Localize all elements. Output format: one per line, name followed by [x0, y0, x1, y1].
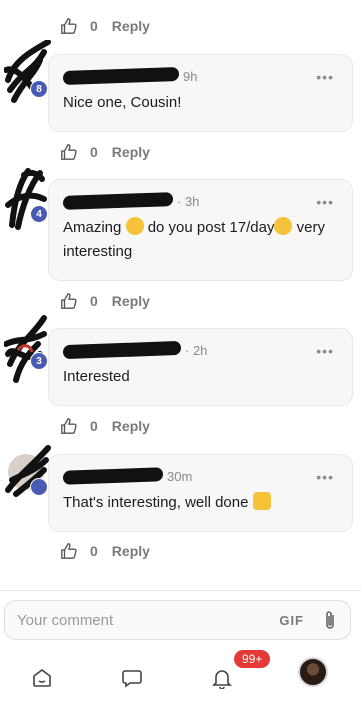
- more-options-icon[interactable]: •••: [316, 69, 334, 85]
- like-count: 0: [90, 144, 98, 160]
- level-badge: 4: [30, 205, 48, 223]
- redacted-avatar-icon: [4, 315, 47, 383]
- more-options-icon[interactable]: •••: [316, 343, 334, 359]
- redacted-avatar-icon: [4, 40, 51, 103]
- home-icon: [33, 669, 51, 687]
- comment-text: Amazing do you post 17/day very interest…: [63, 216, 338, 264]
- comment-text: Nice one, Cousin!: [63, 94, 182, 111]
- comment-time: · 3h: [177, 193, 200, 209]
- like-count: 0: [90, 18, 98, 34]
- thumbs-up-icon[interactable]: [60, 417, 78, 435]
- level-badge: 3: [30, 352, 48, 370]
- comment-bubble: 30m ••• That's interesting, well done: [48, 454, 353, 532]
- comment-bubble: 9h ••• Nice one, Cousin!: [48, 54, 353, 132]
- like-count: 0: [90, 418, 98, 434]
- gif-button[interactable]: GIF: [279, 613, 304, 628]
- comment-actions: 0 Reply: [60, 415, 150, 437]
- notification-count-badge: 99+: [232, 648, 273, 670]
- reply-button[interactable]: Reply: [112, 418, 150, 434]
- thumbs-up-emoji-icon: [252, 492, 271, 510]
- reply-button[interactable]: Reply: [112, 18, 150, 34]
- nav-home[interactable]: [24, 660, 60, 696]
- level-badge: [30, 478, 48, 496]
- comment-text-part: do you post 17/day: [147, 219, 275, 236]
- avatar[interactable]: 8: [4, 40, 51, 103]
- comment-text-part: Amazing: [63, 219, 122, 236]
- comment-input[interactable]: [17, 611, 280, 629]
- comment-time: 30m: [167, 468, 193, 484]
- comment-text: Interested: [63, 368, 130, 385]
- chat-bubble-icon: [122, 670, 142, 688]
- nav-chat[interactable]: [114, 660, 150, 696]
- avatar[interactable]: 4: [4, 165, 48, 230]
- star-struck-emoji-icon: [125, 217, 144, 235]
- thumbs-up-icon[interactable]: [60, 292, 78, 310]
- redacted-author-name[interactable]: [63, 467, 163, 485]
- comment-meta: 9h •••: [63, 66, 338, 86]
- redacted-author-name[interactable]: [63, 192, 173, 210]
- profile-avatar[interactable]: [298, 657, 328, 687]
- reply-button[interactable]: Reply: [112, 543, 150, 559]
- bell-icon: [212, 670, 232, 689]
- comment-time: 9h: [183, 68, 198, 84]
- redacted-author-name[interactable]: [63, 66, 179, 86]
- avatar[interactable]: [4, 440, 51, 500]
- top-comment-actions: 0 Reply: [60, 15, 150, 37]
- comment-actions: 0 Reply: [60, 540, 150, 562]
- comment-text: That's interesting, well done: [63, 491, 338, 515]
- paperclip-icon[interactable]: [322, 609, 338, 631]
- redacted-author-name[interactable]: [63, 340, 181, 360]
- thumbs-up-icon[interactable]: [60, 542, 78, 560]
- comment-bubble: · 2h ••• Interested: [48, 328, 353, 406]
- comment-text-part: That's interesting, well done: [63, 494, 249, 511]
- comment-time: · 2h: [185, 342, 208, 358]
- comment-meta: 30m •••: [63, 467, 338, 485]
- more-options-icon[interactable]: •••: [316, 194, 334, 210]
- thumbs-up-icon[interactable]: [60, 143, 78, 161]
- comment-composer: GIF: [4, 600, 351, 640]
- more-options-icon[interactable]: •••: [316, 469, 334, 485]
- thumbs-up-icon[interactable]: [60, 17, 78, 35]
- comment-meta: · 3h •••: [63, 192, 338, 210]
- comment-actions: 0 Reply: [60, 141, 150, 163]
- comment-actions: 0 Reply: [60, 290, 150, 312]
- reply-button[interactable]: Reply: [112, 293, 150, 309]
- level-badge: 8: [30, 80, 48, 98]
- reply-button[interactable]: Reply: [112, 144, 150, 160]
- divider: [0, 590, 361, 591]
- comment-bubble: · 3h ••• Amazing do you post 17/day very…: [48, 179, 353, 281]
- redacted-avatar-icon: [5, 445, 51, 497]
- thinking-face-emoji-icon: [274, 217, 293, 235]
- comment-meta: · 2h •••: [63, 340, 338, 360]
- redacted-avatar-icon: [5, 168, 47, 230]
- like-count: 0: [90, 293, 98, 309]
- like-count: 0: [90, 543, 98, 559]
- avatar[interactable]: 3: [4, 314, 48, 383]
